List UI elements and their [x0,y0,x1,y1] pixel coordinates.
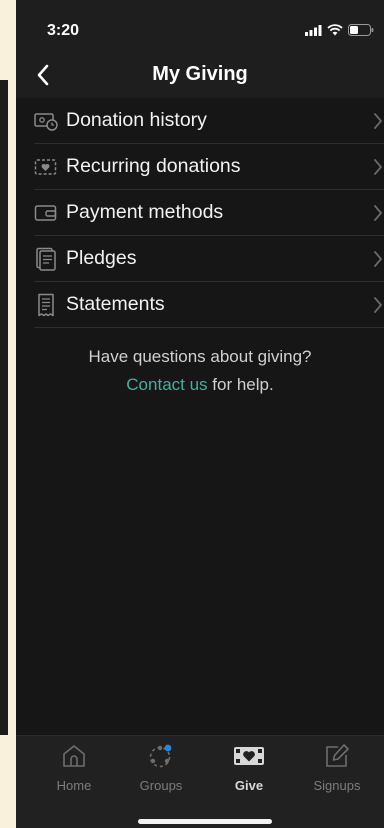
background-panel [0,80,8,735]
giving-menu: Donation history Recurring donations Pay… [34,98,384,328]
chevron-right-icon [374,113,382,129]
chevron-right-icon [374,159,382,175]
page-title: My Giving [152,63,248,85]
phone-screen: 3:20 My Giving Donation history Recurrin… [16,0,384,828]
groups-icon [115,740,207,772]
help-text: Have questions about giving? Contact us … [16,343,384,399]
signup-icon [291,740,383,772]
menu-item-statements[interactable]: Statements [34,282,384,328]
recurring-icon [34,155,58,179]
menu-item-recurring-donations[interactable]: Recurring donations [34,144,384,190]
tab-label: Give [234,778,264,793]
contact-us-link[interactable]: Contact us [126,375,207,394]
menu-item-label: Donation history [66,109,207,131]
help-question: Have questions about giving? [88,347,312,366]
navigation-bar: My Giving [16,52,384,98]
tab-bar: Home Groups Give Signups [16,735,384,828]
wallet-icon [34,201,58,225]
help-suffix: for help. [207,375,274,394]
menu-item-pledges[interactable]: Pledges [34,236,384,282]
menu-item-donation-history[interactable]: Donation history [34,98,384,144]
tab-give[interactable]: Give [203,740,295,800]
signal-icon [305,24,322,36]
pledge-icon [34,247,58,271]
tab-label: Home [56,778,92,793]
history-icon [34,109,58,133]
tab-label: Signups [313,778,361,793]
background-frame [0,0,8,828]
chevron-right-icon [374,205,382,221]
help-contact-line: Contact us for help. [16,371,384,399]
tab-groups[interactable]: Groups [115,740,207,800]
home-indicator[interactable] [138,819,272,824]
receipt-icon [34,293,58,317]
menu-item-label: Recurring donations [66,155,241,177]
wifi-icon [327,24,343,36]
home-icon [28,740,120,772]
chevron-right-icon [374,297,382,313]
tab-home[interactable]: Home [28,740,120,800]
status-icons [305,24,374,36]
tab-signups[interactable]: Signups [291,740,383,800]
give-icon [203,740,295,772]
status-bar: 3:20 [16,0,384,52]
status-time: 3:20 [47,22,80,39]
chevron-right-icon [374,251,382,267]
menu-item-label: Statements [66,293,165,315]
menu-item-label: Payment methods [66,201,224,223]
tab-label: Groups [139,778,183,793]
battery-icon [348,24,374,36]
menu-item-label: Pledges [66,247,137,269]
menu-item-payment-methods[interactable]: Payment methods [34,190,384,236]
